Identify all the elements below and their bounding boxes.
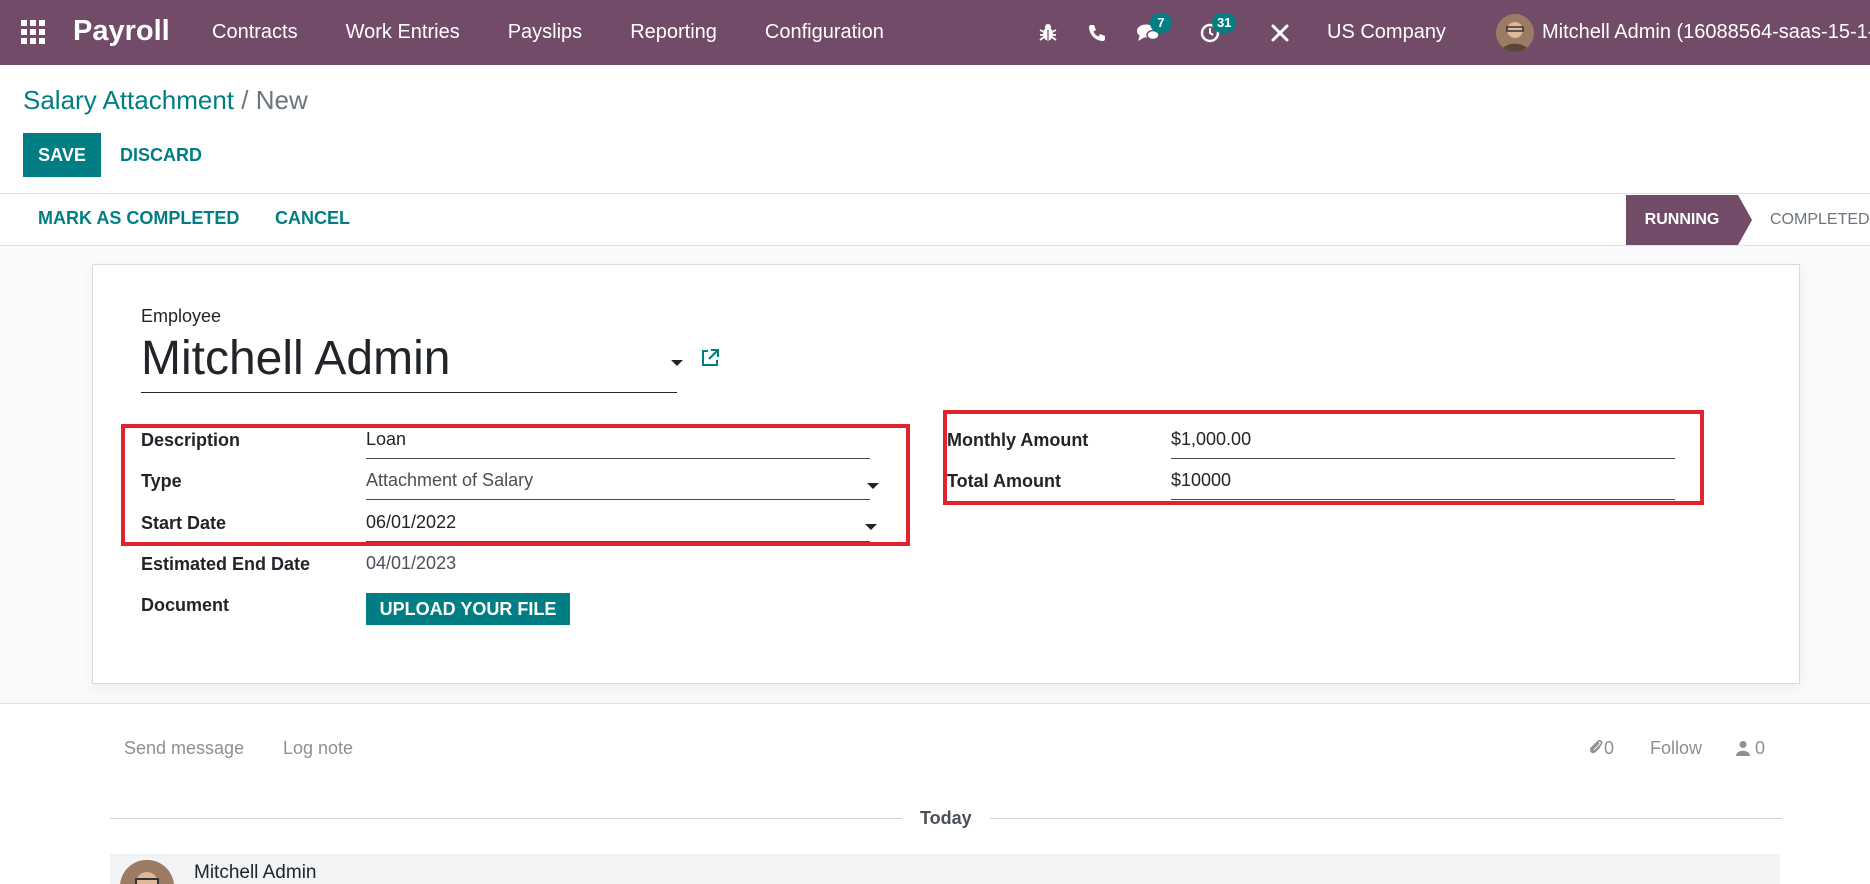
user-avatar[interactable] xyxy=(1496,14,1534,52)
breadcrumb-separator: / xyxy=(241,85,249,115)
messages-badge: 7 xyxy=(1150,13,1172,33)
mark-completed-button[interactable]: MARK AS COMPLETED xyxy=(38,208,239,229)
phone-icon[interactable] xyxy=(1083,19,1111,47)
attachments-count: 0 xyxy=(1604,738,1615,758)
employee-label: Employee xyxy=(141,306,222,326)
status-bar: MARK AS COMPLETED CANCEL RUNNING COMPLET… xyxy=(0,194,1870,246)
control-panel: Salary Attachment / New SAVE DISCARD xyxy=(0,65,1870,194)
activities-badge: 31 xyxy=(1212,13,1237,33)
estimated-end-date-label: Estimated End Date xyxy=(141,554,311,574)
breadcrumb: Salary Attachment / New xyxy=(23,85,308,116)
chat-icon[interactable]: 7 xyxy=(1134,13,1172,47)
user-icon xyxy=(1736,741,1750,756)
top-navbar: Payroll Contracts Work Entries Payslips … xyxy=(0,0,1870,65)
bug-icon[interactable] xyxy=(1034,19,1062,47)
company-switcher[interactable]: US Company xyxy=(1327,21,1446,44)
send-message-button[interactable]: Send message xyxy=(124,738,244,759)
stage-arrow xyxy=(1738,195,1752,245)
date-separator: Today xyxy=(920,808,972,828)
employee-dropdown-icon[interactable] xyxy=(671,360,683,366)
main-menu: Contracts Work Entries Payslips Reportin… xyxy=(212,0,932,65)
menu-configuration[interactable]: Configuration xyxy=(765,21,884,44)
message-author[interactable]: Mitchell Admin xyxy=(194,862,317,884)
highlight-box-left xyxy=(121,424,910,546)
highlight-box-right xyxy=(943,410,1704,505)
follow-button[interactable]: Follow xyxy=(1650,738,1702,759)
log-note-button[interactable]: Log note xyxy=(283,738,353,759)
date-divider-right xyxy=(990,818,1782,819)
stage-running[interactable]: RUNNING xyxy=(1626,195,1738,245)
employee-field[interactable]: Mitchell Admin xyxy=(141,331,677,393)
chatter: Send message Log note 0 Follow 0 Today M… xyxy=(0,703,1870,884)
clock-icon[interactable]: 31 xyxy=(1196,13,1237,47)
menu-work-entries[interactable]: Work Entries xyxy=(346,21,460,44)
stage-completed[interactable]: COMPLETED xyxy=(1770,195,1870,245)
menu-reporting[interactable]: Reporting xyxy=(630,21,717,44)
menu-contracts[interactable]: Contracts xyxy=(212,21,298,44)
tools-icon[interactable] xyxy=(1266,19,1294,47)
attachments-button[interactable]: 0 xyxy=(1588,738,1614,759)
paperclip-icon xyxy=(1589,740,1603,754)
document-label: Document xyxy=(141,595,230,615)
message-item xyxy=(110,854,1780,884)
upload-file-button[interactable]: UPLOAD YOUR FILE xyxy=(366,593,570,625)
menu-payslips[interactable]: Payslips xyxy=(508,21,582,44)
apps-grid-icon[interactable] xyxy=(21,20,47,44)
discard-button[interactable]: DISCARD xyxy=(120,133,202,177)
cancel-button[interactable]: CANCEL xyxy=(275,208,350,229)
user-menu[interactable]: Mitchell Admin (16088564-saas-15-1-all) xyxy=(1542,21,1870,44)
followers-count: 0 xyxy=(1755,738,1766,758)
breadcrumb-parent[interactable]: Salary Attachment xyxy=(23,85,234,115)
breadcrumb-current: New xyxy=(255,85,308,115)
app-name[interactable]: Payroll xyxy=(73,15,170,48)
external-link-icon[interactable] xyxy=(699,347,721,369)
save-button[interactable]: SAVE xyxy=(23,133,101,177)
date-divider-left xyxy=(110,818,902,819)
followers-button[interactable]: 0 xyxy=(1736,738,1765,759)
estimated-end-date-value: 04/01/2023 xyxy=(366,553,457,573)
